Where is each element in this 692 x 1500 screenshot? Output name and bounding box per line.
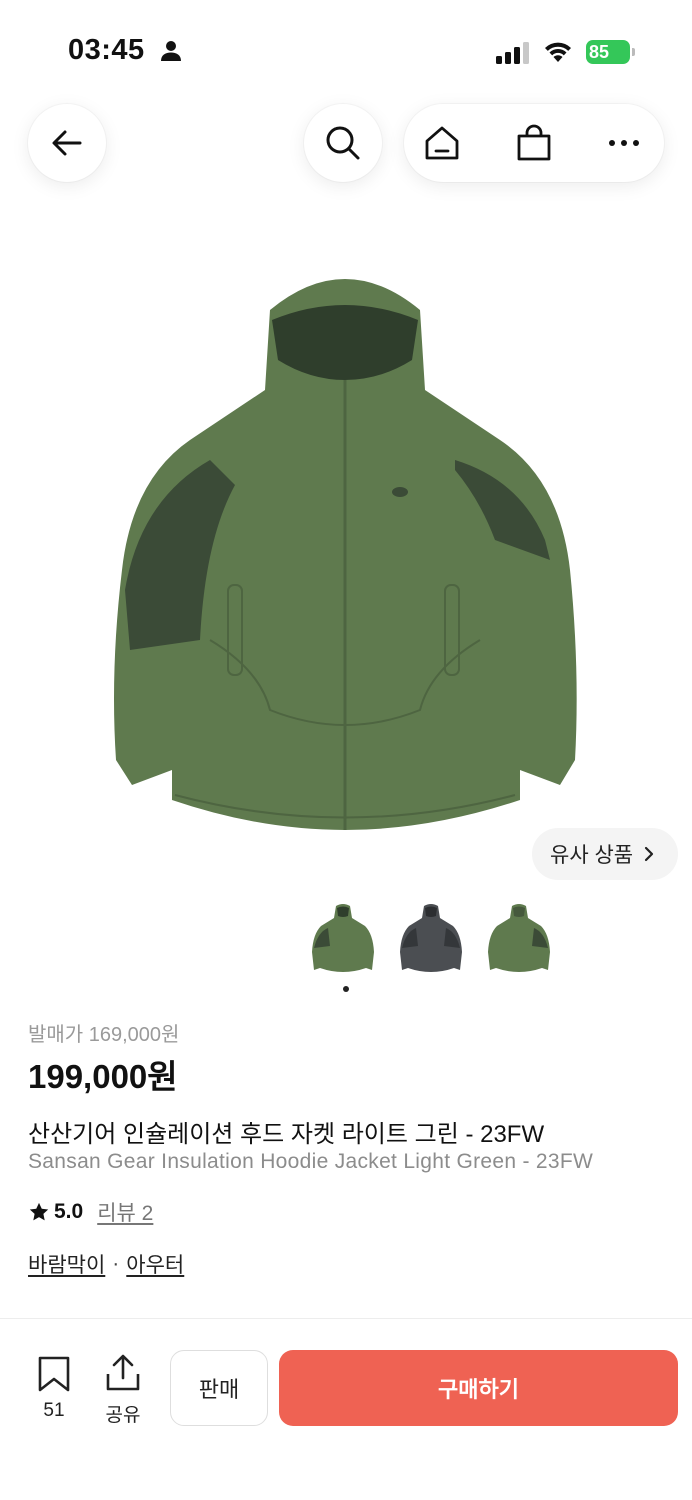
thumbnail-green-jacket[interactable] <box>310 900 376 980</box>
reviews-link[interactable]: 리뷰 2 <box>97 1197 153 1227</box>
product-image[interactable] <box>0 240 692 860</box>
similar-products-button[interactable]: 유사 상품 <box>532 828 678 880</box>
share-button[interactable]: 공유 <box>100 1354 146 1427</box>
bookmark-button[interactable]: 51 <box>34 1356 74 1422</box>
battery-indicator: 85 <box>586 40 636 64</box>
wifi-icon <box>545 42 571 62</box>
category-separator: · <box>112 1252 120 1275</box>
person-icon <box>161 41 181 61</box>
rating-row: 5.0 리뷰 2 <box>28 1197 153 1227</box>
release-price: 발매가 169,000원 <box>28 1024 180 1046</box>
shopping-bag-icon <box>517 124 551 161</box>
product-title-english: Sansan Gear Insulation Hoodie Jacket Lig… <box>28 1150 594 1173</box>
share-icon <box>106 1354 140 1391</box>
search-icon <box>326 126 360 160</box>
battery-level: 85 <box>586 40 630 64</box>
divider <box>0 1318 692 1319</box>
thumbnail-gray-jacket[interactable] <box>398 900 464 980</box>
home-button[interactable] <box>422 123 462 163</box>
thumbnail-green-jacket-back[interactable] <box>486 900 552 980</box>
bookmark-count: 51 <box>43 1400 65 1421</box>
battery-percent: 85 <box>589 42 610 62</box>
category-links: 바람막이 · 아우터 <box>28 1249 184 1279</box>
current-price: 199,000원 <box>28 1058 178 1095</box>
nav-actions <box>404 104 664 182</box>
star-icon <box>29 1202 49 1221</box>
home-icon <box>425 126 459 160</box>
category-outer[interactable]: 아우터 <box>126 1249 184 1279</box>
rating-score: 5.0 <box>54 1200 84 1223</box>
sell-button[interactable]: 판매 <box>170 1350 268 1426</box>
back-arrow-icon <box>52 130 82 156</box>
back-button[interactable] <box>28 104 106 182</box>
product-title-korean: 산산기어 인슐레이션 후드 자켓 라이트 그린 - 23FW <box>28 1121 545 1148</box>
status-bar: 03:45 85 <box>0 0 692 100</box>
similar-products-label: 유사 상품 <box>550 844 634 867</box>
share-label: 공유 <box>105 1405 141 1426</box>
battery-cap <box>632 48 635 56</box>
cellular-signal-icon <box>496 42 529 64</box>
buy-button[interactable]: 구매하기 <box>279 1350 678 1426</box>
shopping-bag-button[interactable] <box>514 123 554 163</box>
more-button[interactable] <box>604 123 644 163</box>
carousel-page-indicator <box>343 986 349 992</box>
thumbnail-strip <box>310 900 552 984</box>
bookmark-icon <box>38 1356 70 1392</box>
status-time: 03:45 <box>68 34 145 66</box>
category-windbreaker[interactable]: 바람막이 <box>28 1249 105 1279</box>
more-icon <box>609 140 639 146</box>
search-button[interactable] <box>304 104 382 182</box>
chevron-right-icon <box>645 846 654 862</box>
